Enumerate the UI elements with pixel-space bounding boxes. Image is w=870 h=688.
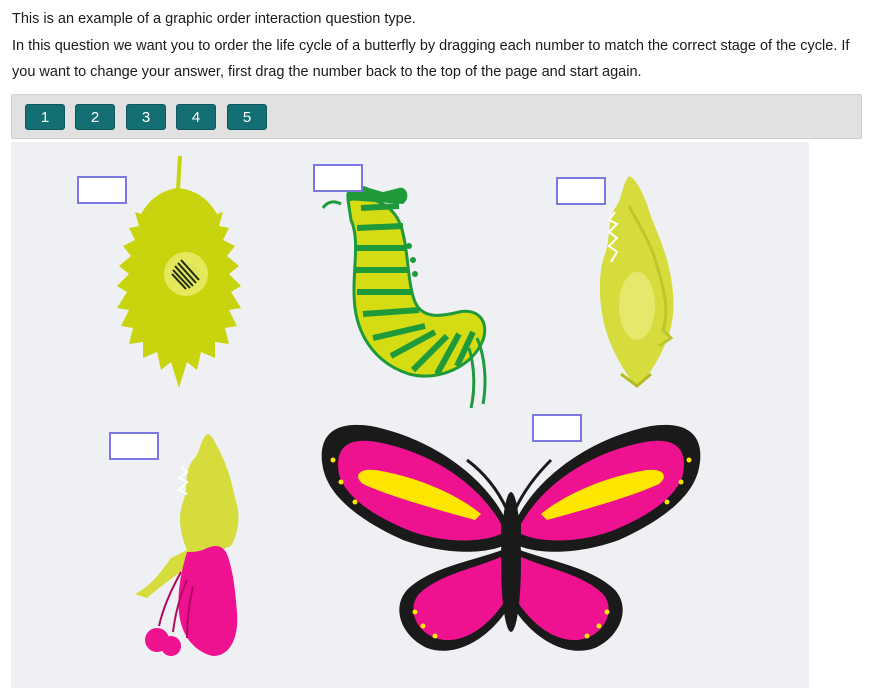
emerging-butterfly-image [135, 434, 239, 656]
choice-3-button[interactable]: 3 [126, 104, 166, 130]
egg-on-leaf-image [117, 155, 241, 388]
chrysalis-image [599, 176, 674, 388]
prompt-line-2: In this question we want you to order th… [12, 37, 850, 81]
question-prompt: This is an example of a graphic order in… [12, 6, 862, 86]
drop-target-emerging-butterfly[interactable] [109, 432, 159, 460]
choice-1-button[interactable]: 1 [25, 104, 65, 130]
drop-target-egg[interactable] [77, 176, 127, 204]
choice-2-button[interactable]: 2 [75, 104, 115, 130]
choice-4-button[interactable]: 4 [176, 104, 216, 130]
drop-target-adult-butterfly[interactable] [532, 414, 582, 442]
choice-tray[interactable]: 1 2 3 4 5 [11, 94, 862, 139]
choice-5-button[interactable]: 5 [227, 104, 267, 130]
life-cycle-illustration [117, 155, 701, 656]
adult-butterfly-image [321, 424, 701, 651]
prompt-line-1: This is an example of a graphic order in… [12, 11, 416, 27]
caterpillar-image [321, 185, 487, 409]
life-cycle-image-area [11, 142, 809, 688]
drop-target-caterpillar[interactable] [313, 164, 363, 192]
drop-target-chrysalis[interactable] [556, 177, 606, 205]
